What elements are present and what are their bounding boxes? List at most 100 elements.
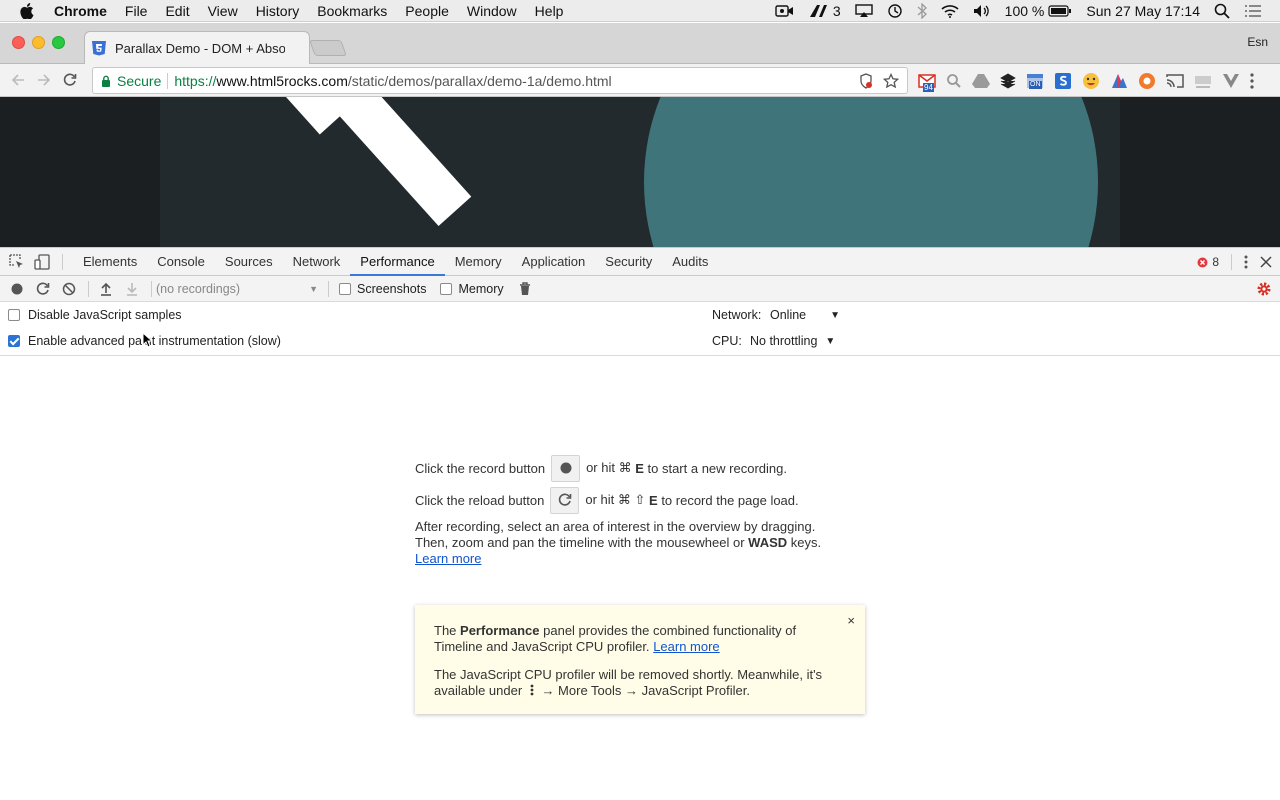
browser-tab[interactable]: Parallax Demo - DOM + Absolu xyxy=(84,31,310,64)
record-icon[interactable] xyxy=(8,280,26,298)
new-tab-button[interactable] xyxy=(309,40,347,56)
tab-sources[interactable]: Sources xyxy=(215,248,283,276)
capture-settings-pane: Disable JavaScript samples Enable advanc… xyxy=(0,302,1280,356)
tab-application[interactable]: Application xyxy=(512,248,596,276)
menu-clock[interactable]: Sun 27 May 17:14 xyxy=(1086,3,1200,19)
volume-icon[interactable] xyxy=(973,4,991,18)
monitor-extension-icon[interactable] xyxy=(1194,73,1212,89)
reload-profile-icon[interactable] xyxy=(34,280,52,298)
landing-reload-button[interactable] xyxy=(550,486,580,514)
cpu-throttling-select[interactable]: No throttling xyxy=(750,334,817,348)
error-icon xyxy=(1197,257,1208,268)
window-minimize-button[interactable] xyxy=(32,36,45,49)
airplay-icon[interactable] xyxy=(854,4,873,18)
drive-extension-icon[interactable] xyxy=(972,73,990,89)
tab-security[interactable]: Security xyxy=(595,248,662,276)
battery-icon[interactable] xyxy=(1048,5,1072,17)
load-profile-icon[interactable] xyxy=(97,280,115,298)
lock-icon[interactable] xyxy=(101,75,111,87)
s-extension-icon[interactable] xyxy=(1054,72,1072,90)
capture-settings-gear-icon[interactable] xyxy=(1256,281,1272,297)
screenshots-toggle[interactable]: Screenshots xyxy=(339,282,426,296)
tab-console[interactable]: Console xyxy=(147,248,215,276)
layers-extension-icon[interactable] xyxy=(1000,73,1016,89)
landing-record-button[interactable] xyxy=(551,454,581,482)
infobox-close-button[interactable]: × xyxy=(847,613,855,629)
menu-bookmarks[interactable]: Bookmarks xyxy=(317,3,387,19)
network-throttling-select[interactable]: Online xyxy=(770,308,806,322)
reload-instruction: Click the reload button or hit ⌘ ⇧ E to … xyxy=(415,486,875,514)
tab-performance[interactable]: Performance xyxy=(350,248,445,276)
lifebuoy-extension-icon[interactable] xyxy=(1138,72,1156,90)
memory-checkbox[interactable] xyxy=(440,282,453,295)
record-icon xyxy=(560,462,572,474)
menu-edit[interactable]: Edit xyxy=(165,3,189,19)
clear-icon[interactable] xyxy=(60,280,78,298)
tab-elements[interactable]: Elements xyxy=(73,248,147,276)
video-camera-icon[interactable] xyxy=(775,4,795,18)
address-bar[interactable]: Secure https://www.html5rocks.com/static… xyxy=(92,67,908,94)
wasd-keys: WASD xyxy=(748,535,788,550)
disable-js-samples-checkbox[interactable] xyxy=(8,309,20,321)
record-instruction-suffix: to start a new recording. xyxy=(647,460,787,476)
calendar-extension-icon[interactable]: ON xyxy=(1026,73,1044,89)
shield-blocked-icon[interactable] xyxy=(859,73,873,89)
garbage-collect-icon[interactable] xyxy=(516,280,534,298)
bookmark-star-icon[interactable] xyxy=(883,73,899,89)
chevron-down-icon[interactable]: ▼ xyxy=(830,310,840,321)
forward-icon[interactable] xyxy=(36,72,52,88)
inspect-element-icon[interactable] xyxy=(9,253,25,270)
infobox-learn-more-link[interactable]: Learn more xyxy=(653,639,719,654)
menu-view[interactable]: View xyxy=(208,3,238,19)
menu-help[interactable]: Help xyxy=(535,3,564,19)
menu-people[interactable]: People xyxy=(405,3,449,19)
chevron-down-icon[interactable]: ▼ xyxy=(825,336,835,347)
gmail-extension-icon[interactable]: 94 xyxy=(918,73,936,92)
vue-extension-icon[interactable] xyxy=(1222,73,1240,89)
tab-strip: Parallax Demo - DOM + Absolu Esn xyxy=(0,23,1280,64)
back-icon[interactable] xyxy=(10,72,26,88)
tab-memory[interactable]: Memory xyxy=(445,248,512,276)
recordings-dropdown[interactable]: (no recordings) ▼ xyxy=(156,282,318,296)
apple-menu-icon[interactable] xyxy=(20,0,38,22)
bluetooth-icon[interactable] xyxy=(917,3,927,19)
device-toolbar-icon[interactable] xyxy=(34,253,50,270)
search-extension-icon[interactable] xyxy=(946,73,962,89)
chrome-menu-icon[interactable] xyxy=(1250,73,1254,89)
infobox-line3: The JavaScript CPU profiler will be remo… xyxy=(434,667,823,682)
reload-instruction-prefix: Click the reload button xyxy=(415,492,545,508)
devtools-menu-icon[interactable] xyxy=(1244,255,1248,269)
devtools-panel: Elements Console Sources Network Perform… xyxy=(0,247,1280,800)
spotlight-search-icon[interactable] xyxy=(1214,3,1230,19)
notification-center-icon[interactable] xyxy=(809,4,829,18)
menu-history[interactable]: History xyxy=(256,3,300,19)
profile-name[interactable]: Esn xyxy=(1247,35,1268,49)
browser-toolbar: Secure https://www.html5rocks.com/static… xyxy=(0,64,1280,97)
window-zoom-button[interactable] xyxy=(52,36,65,49)
cast-extension-icon[interactable] xyxy=(1166,73,1184,89)
menu-window[interactable]: Window xyxy=(467,3,517,19)
mountain-extension-icon[interactable] xyxy=(1110,72,1128,90)
advanced-paint-checkbox[interactable] xyxy=(8,335,20,347)
time-machine-icon[interactable] xyxy=(887,3,903,19)
memory-toggle[interactable]: Memory xyxy=(440,282,504,296)
landing-learn-more-link[interactable]: Learn more xyxy=(415,551,481,566)
menu-app-name[interactable]: Chrome xyxy=(54,3,107,19)
window-close-button[interactable] xyxy=(12,36,25,49)
reload-icon[interactable] xyxy=(62,72,78,88)
devtools-close-icon[interactable] xyxy=(1260,256,1272,268)
menu-file[interactable]: File xyxy=(125,3,148,19)
disable-js-samples-setting[interactable]: Disable JavaScript samples xyxy=(8,308,182,322)
screenshots-checkbox[interactable] xyxy=(339,282,351,295)
performance-toolbar: (no recordings) ▼ Screenshots Memory xyxy=(0,276,1280,302)
url-text[interactable]: https://www.html5rocks.com/static/demos/… xyxy=(174,73,611,89)
error-counter[interactable]: 8 xyxy=(1197,255,1219,269)
notification-list-icon[interactable] xyxy=(1244,4,1262,18)
infobox-line1b: panel provides the combined functionalit… xyxy=(543,623,797,638)
emoji-extension-icon[interactable] xyxy=(1082,72,1100,90)
wifi-icon[interactable] xyxy=(941,4,959,18)
tab-audits[interactable]: Audits xyxy=(662,248,718,276)
save-profile-icon[interactable] xyxy=(123,280,141,298)
secure-label[interactable]: Secure xyxy=(117,73,161,89)
tab-network[interactable]: Network xyxy=(283,248,351,276)
